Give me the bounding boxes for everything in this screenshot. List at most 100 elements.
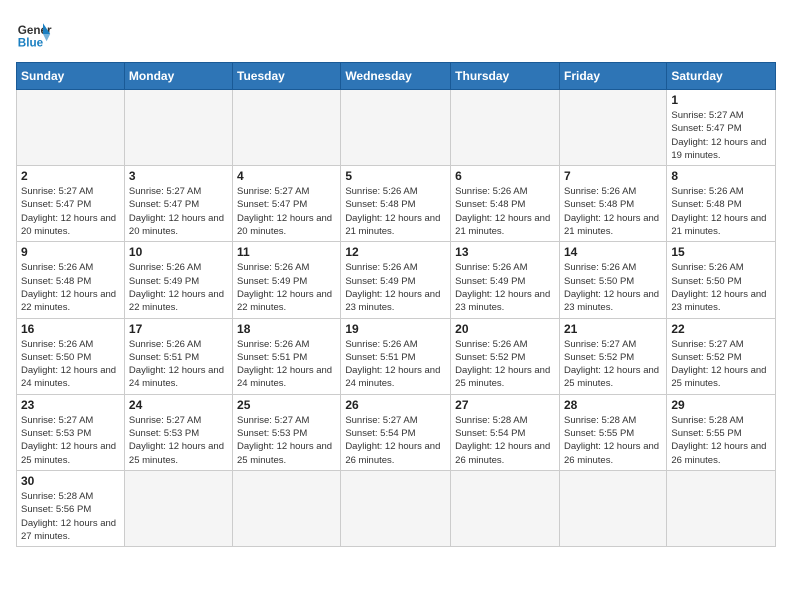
calendar-week-row: 16 Sunrise: 5:26 AM Sunset: 5:50 PM Dayli… xyxy=(17,318,776,394)
day-info: Sunrise: 5:27 AM Sunset: 5:47 PM Dayligh… xyxy=(671,109,771,162)
logo: General Blue xyxy=(16,16,52,52)
calendar-day-cell xyxy=(124,90,232,166)
calendar-day-cell xyxy=(451,470,560,546)
day-number: 28 xyxy=(564,398,662,412)
day-info: Sunrise: 5:26 AM Sunset: 5:49 PM Dayligh… xyxy=(237,261,336,314)
day-info: Sunrise: 5:27 AM Sunset: 5:47 PM Dayligh… xyxy=(237,185,336,238)
day-number: 23 xyxy=(21,398,120,412)
calendar-day-cell: 19 Sunrise: 5:26 AM Sunset: 5:51 PM Dayli… xyxy=(341,318,451,394)
calendar-day-cell xyxy=(233,90,341,166)
day-number: 15 xyxy=(671,245,771,259)
day-info: Sunrise: 5:26 AM Sunset: 5:49 PM Dayligh… xyxy=(129,261,228,314)
calendar-day-cell: 23 Sunrise: 5:27 AM Sunset: 5:53 PM Dayli… xyxy=(17,394,125,470)
calendar-day-cell: 7 Sunrise: 5:26 AM Sunset: 5:48 PM Daylig… xyxy=(559,166,666,242)
calendar-day-cell: 15 Sunrise: 5:26 AM Sunset: 5:50 PM Dayli… xyxy=(667,242,776,318)
day-number: 20 xyxy=(455,322,555,336)
calendar-day-cell: 5 Sunrise: 5:26 AM Sunset: 5:48 PM Daylig… xyxy=(341,166,451,242)
calendar-day-header: Thursday xyxy=(451,63,560,90)
day-number: 19 xyxy=(345,322,446,336)
calendar-day-cell: 3 Sunrise: 5:27 AM Sunset: 5:47 PM Daylig… xyxy=(124,166,232,242)
day-info: Sunrise: 5:28 AM Sunset: 5:55 PM Dayligh… xyxy=(671,414,771,467)
day-info: Sunrise: 5:27 AM Sunset: 5:53 PM Dayligh… xyxy=(237,414,336,467)
day-info: Sunrise: 5:27 AM Sunset: 5:52 PM Dayligh… xyxy=(671,338,771,391)
day-info: Sunrise: 5:26 AM Sunset: 5:49 PM Dayligh… xyxy=(345,261,446,314)
day-number: 30 xyxy=(21,474,120,488)
day-info: Sunrise: 5:26 AM Sunset: 5:51 PM Dayligh… xyxy=(237,338,336,391)
day-number: 14 xyxy=(564,245,662,259)
day-info: Sunrise: 5:26 AM Sunset: 5:50 PM Dayligh… xyxy=(21,338,120,391)
calendar-day-cell: 20 Sunrise: 5:26 AM Sunset: 5:52 PM Dayli… xyxy=(451,318,560,394)
calendar-day-cell: 25 Sunrise: 5:27 AM Sunset: 5:53 PM Dayli… xyxy=(233,394,341,470)
day-info: Sunrise: 5:26 AM Sunset: 5:48 PM Dayligh… xyxy=(345,185,446,238)
day-info: Sunrise: 5:27 AM Sunset: 5:53 PM Dayligh… xyxy=(21,414,120,467)
calendar-day-cell: 27Sunrise: 5:28 AM Sunset: 5:54 PM Dayli… xyxy=(451,394,560,470)
day-number: 11 xyxy=(237,245,336,259)
day-info: Sunrise: 5:27 AM Sunset: 5:54 PM Dayligh… xyxy=(345,414,446,467)
calendar-day-cell xyxy=(341,90,451,166)
day-info: Sunrise: 5:27 AM Sunset: 5:53 PM Dayligh… xyxy=(129,414,228,467)
day-info: Sunrise: 5:26 AM Sunset: 5:52 PM Dayligh… xyxy=(455,338,555,391)
day-number: 9 xyxy=(21,245,120,259)
calendar-day-cell: 8 Sunrise: 5:26 AM Sunset: 5:48 PM Daylig… xyxy=(667,166,776,242)
day-number: 16 xyxy=(21,322,120,336)
page-header: General Blue xyxy=(16,16,776,52)
calendar-day-cell: 17 Sunrise: 5:26 AM Sunset: 5:51 PM Dayli… xyxy=(124,318,232,394)
calendar-day-cell: 12Sunrise: 5:26 AM Sunset: 5:49 PM Dayli… xyxy=(341,242,451,318)
calendar-week-row: 23 Sunrise: 5:27 AM Sunset: 5:53 PM Dayli… xyxy=(17,394,776,470)
calendar-day-cell: 30 Sunrise: 5:28 AM Sunset: 5:56 PM Dayli… xyxy=(17,470,125,546)
day-number: 6 xyxy=(455,169,555,183)
calendar-day-cell: 14Sunrise: 5:26 AM Sunset: 5:50 PM Dayli… xyxy=(559,242,666,318)
calendar-day-header: Saturday xyxy=(667,63,776,90)
day-number: 25 xyxy=(237,398,336,412)
day-number: 5 xyxy=(345,169,446,183)
calendar-day-cell: 11 Sunrise: 5:26 AM Sunset: 5:49 PM Dayli… xyxy=(233,242,341,318)
calendar-week-row: 1 Sunrise: 5:27 AM Sunset: 5:47 PM Daylig… xyxy=(17,90,776,166)
day-number: 21 xyxy=(564,322,662,336)
calendar-day-cell: 13 Sunrise: 5:26 AM Sunset: 5:49 PM Dayli… xyxy=(451,242,560,318)
calendar-day-cell: 10 Sunrise: 5:26 AM Sunset: 5:49 PM Dayli… xyxy=(124,242,232,318)
day-info: Sunrise: 5:26 AM Sunset: 5:51 PM Dayligh… xyxy=(129,338,228,391)
day-number: 13 xyxy=(455,245,555,259)
day-number: 26 xyxy=(345,398,446,412)
calendar-day-cell: 9 Sunrise: 5:26 AM Sunset: 5:48 PM Daylig… xyxy=(17,242,125,318)
day-info: Sunrise: 5:28 AM Sunset: 5:55 PM Dayligh… xyxy=(564,414,662,467)
calendar-day-cell: 21Sunrise: 5:27 AM Sunset: 5:52 PM Dayli… xyxy=(559,318,666,394)
day-info: Sunrise: 5:27 AM Sunset: 5:47 PM Dayligh… xyxy=(21,185,120,238)
calendar-week-row: 2Sunrise: 5:27 AM Sunset: 5:47 PM Daylig… xyxy=(17,166,776,242)
calendar-day-cell: 29Sunrise: 5:28 AM Sunset: 5:55 PM Dayli… xyxy=(667,394,776,470)
calendar-day-cell: 6 Sunrise: 5:26 AM Sunset: 5:48 PM Daylig… xyxy=(451,166,560,242)
day-number: 8 xyxy=(671,169,771,183)
calendar-day-cell xyxy=(559,470,666,546)
day-info: Sunrise: 5:28 AM Sunset: 5:56 PM Dayligh… xyxy=(21,490,120,543)
calendar-day-cell xyxy=(667,470,776,546)
calendar-body: 1 Sunrise: 5:27 AM Sunset: 5:47 PM Daylig… xyxy=(17,90,776,547)
day-number: 1 xyxy=(671,93,771,107)
day-number: 17 xyxy=(129,322,228,336)
day-info: Sunrise: 5:26 AM Sunset: 5:48 PM Dayligh… xyxy=(671,185,771,238)
calendar-week-row: 9 Sunrise: 5:26 AM Sunset: 5:48 PM Daylig… xyxy=(17,242,776,318)
svg-text:Blue: Blue xyxy=(18,37,44,50)
day-info: Sunrise: 5:26 AM Sunset: 5:48 PM Dayligh… xyxy=(21,261,120,314)
day-number: 24 xyxy=(129,398,228,412)
calendar-day-cell xyxy=(341,470,451,546)
day-number: 7 xyxy=(564,169,662,183)
calendar-day-header: Wednesday xyxy=(341,63,451,90)
day-number: 4 xyxy=(237,169,336,183)
day-info: Sunrise: 5:26 AM Sunset: 5:48 PM Dayligh… xyxy=(564,185,662,238)
day-info: Sunrise: 5:27 AM Sunset: 5:47 PM Dayligh… xyxy=(129,185,228,238)
calendar-day-cell xyxy=(124,470,232,546)
calendar-day-cell xyxy=(451,90,560,166)
calendar-day-cell: 26 Sunrise: 5:27 AM Sunset: 5:54 PM Dayli… xyxy=(341,394,451,470)
calendar-day-header: Sunday xyxy=(17,63,125,90)
calendar-day-cell xyxy=(17,90,125,166)
calendar-day-cell xyxy=(233,470,341,546)
calendar-day-header: Monday xyxy=(124,63,232,90)
day-info: Sunrise: 5:26 AM Sunset: 5:51 PM Dayligh… xyxy=(345,338,446,391)
day-info: Sunrise: 5:26 AM Sunset: 5:49 PM Dayligh… xyxy=(455,261,555,314)
day-number: 10 xyxy=(129,245,228,259)
day-number: 3 xyxy=(129,169,228,183)
day-info: Sunrise: 5:26 AM Sunset: 5:50 PM Dayligh… xyxy=(671,261,771,314)
calendar-day-header: Tuesday xyxy=(233,63,341,90)
day-info: Sunrise: 5:26 AM Sunset: 5:48 PM Dayligh… xyxy=(455,185,555,238)
day-number: 22 xyxy=(671,322,771,336)
